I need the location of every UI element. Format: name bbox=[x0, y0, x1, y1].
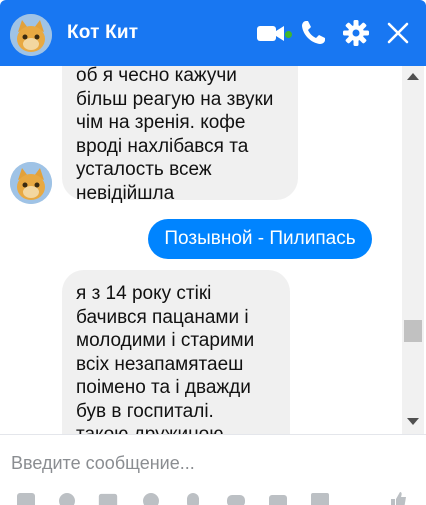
message-line: більш реагую на звуки bbox=[76, 88, 274, 110]
scrollbar[interactable] bbox=[402, 66, 424, 434]
game-icon[interactable] bbox=[226, 491, 246, 505]
message-composer: Введите сообщение... bbox=[0, 434, 426, 505]
scroll-up-icon[interactable] bbox=[407, 73, 419, 80]
image-icon[interactable] bbox=[16, 491, 36, 505]
message-line: був в госпиталі. bbox=[76, 400, 214, 422]
incoming-message: об я чесно кажучи більш реагую на звуки … bbox=[62, 66, 298, 204]
gear-icon[interactable] bbox=[340, 17, 372, 49]
gif-icon[interactable] bbox=[98, 491, 118, 505]
message-line: чім на зренія. кофе bbox=[76, 112, 246, 133]
message-line: поімено та і дважди bbox=[76, 377, 251, 398]
message-line: молодими і старими bbox=[76, 330, 255, 351]
message-list[interactable]: об я чесно кажучи більш реагую на звуки … bbox=[0, 66, 426, 434]
message-line: я з 14 року стікі bbox=[76, 283, 212, 304]
message-line: вроді нахлібався та bbox=[76, 135, 249, 157]
calendar-icon[interactable] bbox=[310, 491, 330, 505]
scrollbar-thumb[interactable] bbox=[404, 320, 422, 342]
attachment-icon[interactable] bbox=[183, 491, 203, 505]
chat-header: Кот Кит bbox=[0, 0, 426, 66]
video-icon[interactable] bbox=[254, 17, 286, 49]
sticker-icon[interactable] bbox=[57, 491, 77, 505]
message-line: об я чесно кажучи bbox=[76, 66, 237, 86]
sender-avatar[interactable] bbox=[10, 162, 52, 204]
close-icon[interactable] bbox=[382, 17, 414, 49]
message-input[interactable]: Введите сообщение... bbox=[11, 453, 195, 474]
message-line: бачився пацанами і bbox=[76, 306, 249, 328]
scroll-down-icon[interactable] bbox=[407, 418, 419, 425]
message-line: всіх незапамятаеш bbox=[76, 353, 244, 375]
outgoing-message: Позывной - Пилипась bbox=[148, 219, 372, 259]
incoming-message: я з 14 року стікі бачився пацанами і мол… bbox=[62, 270, 290, 434]
contact-name[interactable]: Кот Кит bbox=[67, 22, 138, 44]
emoji-icon[interactable] bbox=[141, 491, 161, 505]
contact-avatar[interactable] bbox=[10, 14, 52, 56]
message-line: такою дружиною bbox=[76, 423, 223, 434]
camera-icon[interactable] bbox=[268, 491, 288, 505]
like-icon[interactable] bbox=[388, 491, 408, 505]
message-line: невідійшла bbox=[76, 182, 175, 204]
online-status-dot bbox=[285, 31, 292, 38]
message-line: усталость всеж bbox=[76, 159, 212, 180]
phone-icon[interactable] bbox=[297, 17, 329, 49]
